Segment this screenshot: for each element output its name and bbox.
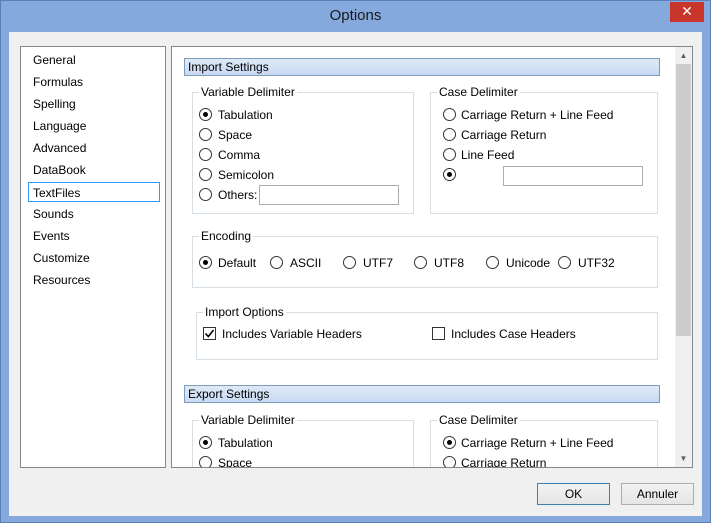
nav-item-spelling[interactable]: Spelling — [29, 94, 161, 114]
import-radio-others[interactable] — [199, 188, 212, 201]
scroll-up-icon[interactable]: ▲ — [675, 47, 692, 64]
dialog-body: General Formulas Spelling Language Advan… — [9, 32, 702, 516]
encoding-label-utf7: UTF7 — [363, 256, 393, 270]
window-title: Options — [329, 7, 382, 24]
import-variable-delimiter-group: Variable Delimiter Tabulation Space Comm… — [192, 85, 414, 214]
import-label-cr: Carriage Return — [461, 128, 547, 142]
encoding-label-unicode: Unicode — [506, 256, 551, 270]
import-others-input[interactable] — [259, 185, 399, 205]
title-bar: Options ✕ — [1, 1, 710, 32]
includes-variable-headers-checkbox[interactable] — [203, 327, 216, 340]
export-variable-delimiter-title: Variable Delimiter — [199, 413, 297, 427]
export-radio-crlf[interactable] — [443, 436, 456, 449]
import-label-crlf: Carriage Return + Line Feed — [461, 108, 614, 122]
nav-item-sounds[interactable]: Sounds — [29, 204, 161, 224]
encoding-radio-default[interactable] — [199, 256, 212, 269]
encoding-radio-utf7[interactable] — [343, 256, 356, 269]
import-label-semicolon: Semicolon — [218, 168, 275, 182]
export-case-delimiter-title: Case Delimiter — [437, 413, 520, 427]
nav-item-language[interactable]: Language — [29, 116, 161, 136]
encoding-label-utf8: UTF8 — [434, 256, 464, 270]
nav-item-formulas[interactable]: Formulas — [29, 72, 161, 92]
import-case-delimiter-group: Case Delimiter Carriage Return + Line Fe… — [430, 85, 658, 214]
import-radio-semicolon[interactable] — [199, 168, 212, 181]
import-variable-delimiter-title: Variable Delimiter — [199, 85, 297, 99]
nav-item-advanced[interactable]: Advanced — [29, 138, 161, 158]
scroll-down-icon[interactable]: ▼ — [675, 450, 692, 467]
checkmark-icon — [204, 329, 215, 338]
export-settings-header: Export Settings — [184, 385, 660, 403]
close-icon: ✕ — [681, 3, 693, 19]
import-label-lf: Line Feed — [461, 148, 515, 162]
import-radio-custom[interactable] — [443, 168, 456, 181]
import-encoding-group: Encoding Default ASCII UTF7 UTF8 Unicode… — [192, 229, 658, 288]
import-label-space: Space — [218, 128, 253, 142]
encoding-radio-ascii[interactable] — [270, 256, 283, 269]
encoding-radio-utf8[interactable] — [414, 256, 427, 269]
options-window: Options ✕ General Formulas Spelling Lang… — [0, 0, 711, 523]
import-settings-header: Import Settings — [184, 58, 660, 76]
import-label-comma: Comma — [218, 148, 261, 162]
includes-variable-headers-label: Includes Variable Headers — [222, 327, 362, 341]
ok-button[interactable]: OK — [537, 483, 610, 505]
import-radio-lf[interactable] — [443, 148, 456, 161]
export-label-cr: Carriage Return — [461, 456, 547, 468]
import-radio-crlf[interactable] — [443, 108, 456, 121]
export-label-tabulation: Tabulation — [218, 436, 273, 450]
vertical-scrollbar[interactable]: ▲ ▼ — [675, 47, 692, 467]
import-radio-tabulation[interactable] — [199, 108, 212, 121]
import-case-delimiter-title: Case Delimiter — [437, 85, 520, 99]
export-radio-cr[interactable] — [443, 456, 456, 467]
import-radio-space[interactable] — [199, 128, 212, 141]
export-radio-tabulation[interactable] — [199, 436, 212, 449]
encoding-label-default: Default — [218, 256, 257, 270]
export-case-delimiter-group: Case Delimiter Carriage Return + Line Fe… — [430, 413, 658, 468]
includes-case-headers-label: Includes Case Headers — [451, 327, 576, 341]
export-variable-delimiter-group: Variable Delimiter Tabulation Space — [192, 413, 414, 468]
import-encoding-title: Encoding — [199, 229, 254, 243]
cancel-button[interactable]: Annuler — [621, 483, 694, 505]
export-radio-space[interactable] — [199, 456, 212, 467]
encoding-radio-utf32[interactable] — [558, 256, 571, 269]
encoding-label-utf32: UTF32 — [578, 256, 615, 270]
export-label-crlf: Carriage Return + Line Feed — [461, 436, 614, 450]
encoding-radio-unicode[interactable] — [486, 256, 499, 269]
nav-item-customize[interactable]: Customize — [29, 248, 161, 268]
nav-item-events[interactable]: Events — [29, 226, 161, 246]
includes-case-headers-checkbox[interactable] — [432, 327, 445, 340]
nav-item-databook[interactable]: DataBook — [29, 160, 161, 180]
import-case-custom-input[interactable] — [503, 166, 643, 186]
category-list: General Formulas Spelling Language Advan… — [20, 46, 166, 468]
nav-item-textfiles[interactable]: TextFiles — [28, 182, 160, 202]
import-options-title: Import Options — [203, 305, 286, 319]
scroll-thumb[interactable] — [676, 64, 691, 336]
import-radio-comma[interactable] — [199, 148, 212, 161]
nav-item-general[interactable]: General — [29, 50, 161, 70]
export-label-space: Space — [218, 456, 253, 468]
encoding-label-ascii: ASCII — [290, 256, 322, 270]
import-label-others: Others: — [218, 188, 258, 202]
import-label-tabulation: Tabulation — [218, 108, 273, 122]
settings-pane: Import Settings Variable Delimiter Tabul… — [171, 46, 693, 468]
import-options-group: Import Options Includes Variable Headers… — [196, 305, 658, 360]
import-radio-cr[interactable] — [443, 128, 456, 141]
close-button[interactable]: ✕ — [670, 2, 704, 22]
nav-item-resources[interactable]: Resources — [29, 270, 161, 290]
